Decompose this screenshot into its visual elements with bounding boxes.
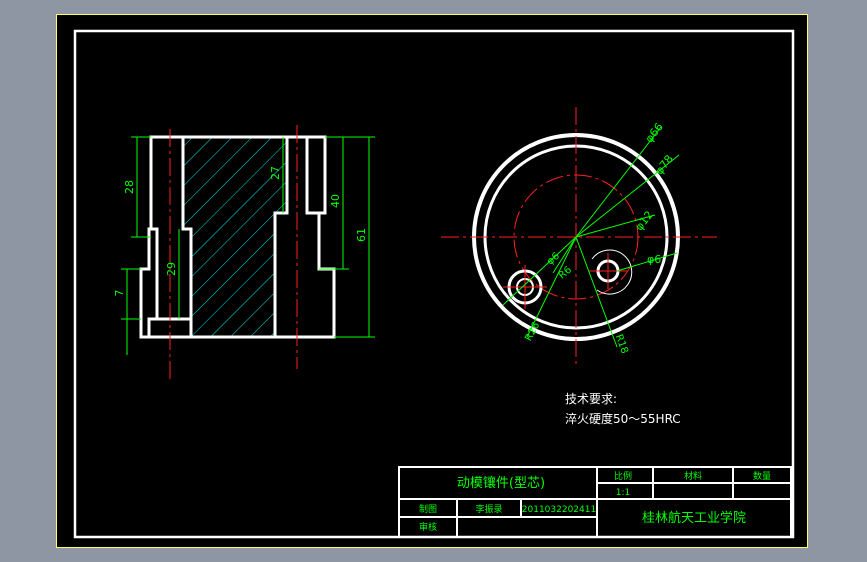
dim-29: 29 <box>165 262 178 276</box>
part-name: 动模镶件(型芯) <box>457 475 545 491</box>
scale-label: 比例 <box>614 470 632 482</box>
drawn-name: 李振录 <box>475 503 502 515</box>
material-label: 材料 <box>684 470 702 482</box>
drawn-label: 制图 <box>419 503 437 515</box>
notes-heading: 技术要求: <box>565 392 617 406</box>
dim-phi66: φ66 <box>643 120 666 145</box>
quantity-label: 数量 <box>753 470 771 482</box>
left-bore-top <box>149 137 159 319</box>
dim-40: 40 <box>329 194 342 208</box>
title-block[interactable]: 动模镶件(型芯) 比例 1:1 材料 数量 制图 李振录 20110322024… <box>398 466 792 538</box>
right-bore-outer <box>305 137 319 215</box>
notes-line-1: 淬火硬度50～55HRC <box>565 411 681 426</box>
scale-value: 1:1 <box>616 488 630 498</box>
dim-phi6-left: φ6 <box>545 251 562 268</box>
drawing-frame <box>73 29 795 539</box>
dim-phi6-right: φ6 <box>647 253 661 266</box>
cad-viewport[interactable]: 28 29 27 40 61 7 φ66 φ78 φ12 φ6 R6 φ6 R2… <box>56 14 808 548</box>
dim-phi12: φ12 <box>633 208 656 233</box>
top-view[interactable]: φ66 φ78 φ12 φ6 R6 φ6 R26 R18 <box>441 107 717 365</box>
dim-27: 27 <box>269 166 282 180</box>
student-id: 2011032202411 <box>522 505 596 515</box>
cad-drawing: 28 29 27 40 61 7 φ66 φ78 φ12 φ6 R6 φ6 R2… <box>73 29 795 539</box>
dim-r18: R18 <box>613 333 630 355</box>
dim-r6: R6 <box>557 265 574 282</box>
section-view[interactable]: 28 29 27 40 61 7 <box>113 125 375 379</box>
checked-label: 审核 <box>419 521 437 533</box>
school-name: 桂林航天工业学院 <box>642 510 746 526</box>
dim-28: 28 <box>123 180 136 194</box>
dim-7: 7 <box>113 290 126 297</box>
dim-61: 61 <box>355 228 368 242</box>
